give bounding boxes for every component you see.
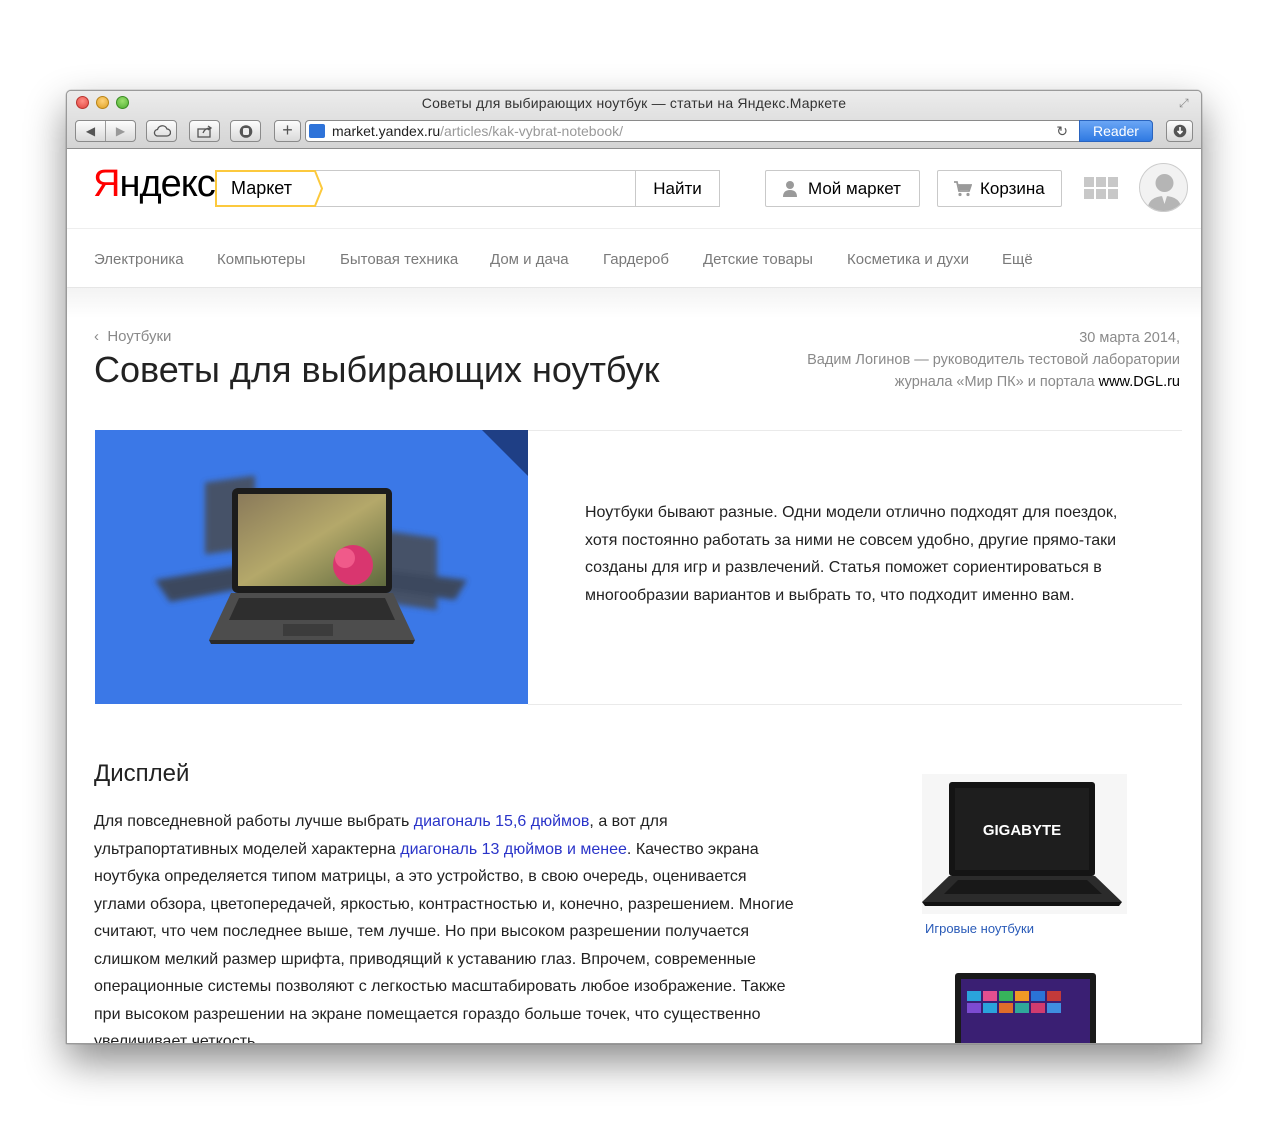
diagonal-15-link[interactable]: диагональ 15,6 дюймов <box>414 813 590 830</box>
category-wardrobe[interactable]: Гардероб <box>603 251 669 268</box>
services-grid-icon[interactable] <box>1084 177 1118 201</box>
market-tag[interactable]: Маркет <box>215 170 315 207</box>
reload-icon[interactable]: ↻ <box>1056 121 1068 141</box>
breadcrumb[interactable]: ‹ Ноутбуки <box>94 328 171 345</box>
fullscreen-icon[interactable]: ⤢ <box>1179 96 1193 110</box>
web-page: Яндекс Маркет Найти Мой маркет Корзина Э… <box>67 149 1201 1044</box>
title-bar: Советы для выбирающих ноутбук — статьи н… <box>67 91 1201 149</box>
diagonal-13-link[interactable]: диагональ 13 дюймов и менее <box>400 841 627 858</box>
address-bar[interactable]: market.yandex.ru/articles/kak-vybrat-not… <box>305 120 1153 142</box>
chevron-left-icon: ‹ <box>94 328 99 345</box>
user-avatar[interactable] <box>1139 163 1188 212</box>
category-home-garden[interactable]: Дом и дача <box>490 251 569 268</box>
section-heading: Дисплей <box>94 760 190 787</box>
hero-image <box>95 430 528 704</box>
author-line: журнала «Мир ПК» и портала <box>894 374 1095 390</box>
article-date: 30 марта 2014, <box>1079 330 1180 346</box>
market-tag-arrow-icon <box>311 170 323 207</box>
extension-button[interactable] <box>230 120 261 142</box>
share-button[interactable] <box>189 120 220 142</box>
hand-icon <box>239 125 252 138</box>
author-site-link[interactable]: www.DGL.ru <box>1099 374 1180 390</box>
category-electronics[interactable]: Электроника <box>94 251 184 268</box>
laptops-illustration <box>155 430 528 644</box>
cart-button[interactable]: Корзина <box>937 170 1062 207</box>
windows-laptop-image[interactable] <box>953 969 1098 1044</box>
new-tab-button[interactable]: + <box>274 120 301 142</box>
category-computers[interactable]: Компьютеры <box>217 251 305 268</box>
person-icon <box>783 181 797 197</box>
divider <box>528 704 1182 705</box>
gaming-laptop-image[interactable]: GIGABYTE <box>922 774 1127 914</box>
author-line: Вадим Логинов — руководитель тестовой ла… <box>807 352 1180 368</box>
favicon-icon <box>309 124 325 138</box>
reader-button[interactable]: Reader <box>1079 120 1153 142</box>
forward-button[interactable]: ▶ <box>106 121 135 141</box>
icloud-tabs-button[interactable] <box>146 120 177 142</box>
download-icon <box>1173 124 1186 138</box>
category-appliances[interactable]: Бытовая техника <box>340 251 458 268</box>
url-text: market.yandex.ru/articles/kak-vybrat-not… <box>332 123 624 139</box>
category-cosmetics[interactable]: Косметика и духи <box>847 251 969 268</box>
section-body: Для повседневной работы лучше выбрать ди… <box>94 813 794 1044</box>
back-forward-buttons: ◀ ▶ <box>75 120 136 142</box>
user-silhouette-icon <box>1147 174 1182 211</box>
yandex-logo[interactable]: Яндекс <box>93 163 216 206</box>
category-nav: Электроника Компьютеры Бытовая техника Д… <box>67 228 1201 288</box>
back-button[interactable]: ◀ <box>76 121 105 141</box>
search-input[interactable] <box>325 171 630 206</box>
my-market-button[interactable]: Мой маркет <box>765 170 920 207</box>
page-title: Советы для выбирающих ноутбук <box>94 349 660 390</box>
downloads-button[interactable] <box>1166 120 1193 142</box>
category-more[interactable]: Ещё <box>1002 251 1033 268</box>
article-meta: 30 марта 2014, Вадим Логинов — руководит… <box>760 327 1180 393</box>
article-intro: Ноутбуки бывают разные. Одни модели отли… <box>585 504 1118 604</box>
gaming-laptops-link[interactable]: Игровые ноутбуки <box>925 921 1034 936</box>
share-icon <box>196 125 212 138</box>
browser-window: Советы для выбирающих ноутбук — статьи н… <box>66 90 1202 1044</box>
search-box: Маркет <box>215 170 636 207</box>
category-kids[interactable]: Детские товары <box>703 251 813 268</box>
cloud-icon <box>153 125 171 137</box>
cart-icon <box>954 181 972 197</box>
header-shadow <box>67 288 1201 318</box>
gigabyte-logo-text: GIGABYTE <box>983 822 1061 839</box>
window-title: Советы для выбирающих ноутбук — статьи н… <box>421 95 847 111</box>
find-button[interactable]: Найти <box>635 170 720 207</box>
